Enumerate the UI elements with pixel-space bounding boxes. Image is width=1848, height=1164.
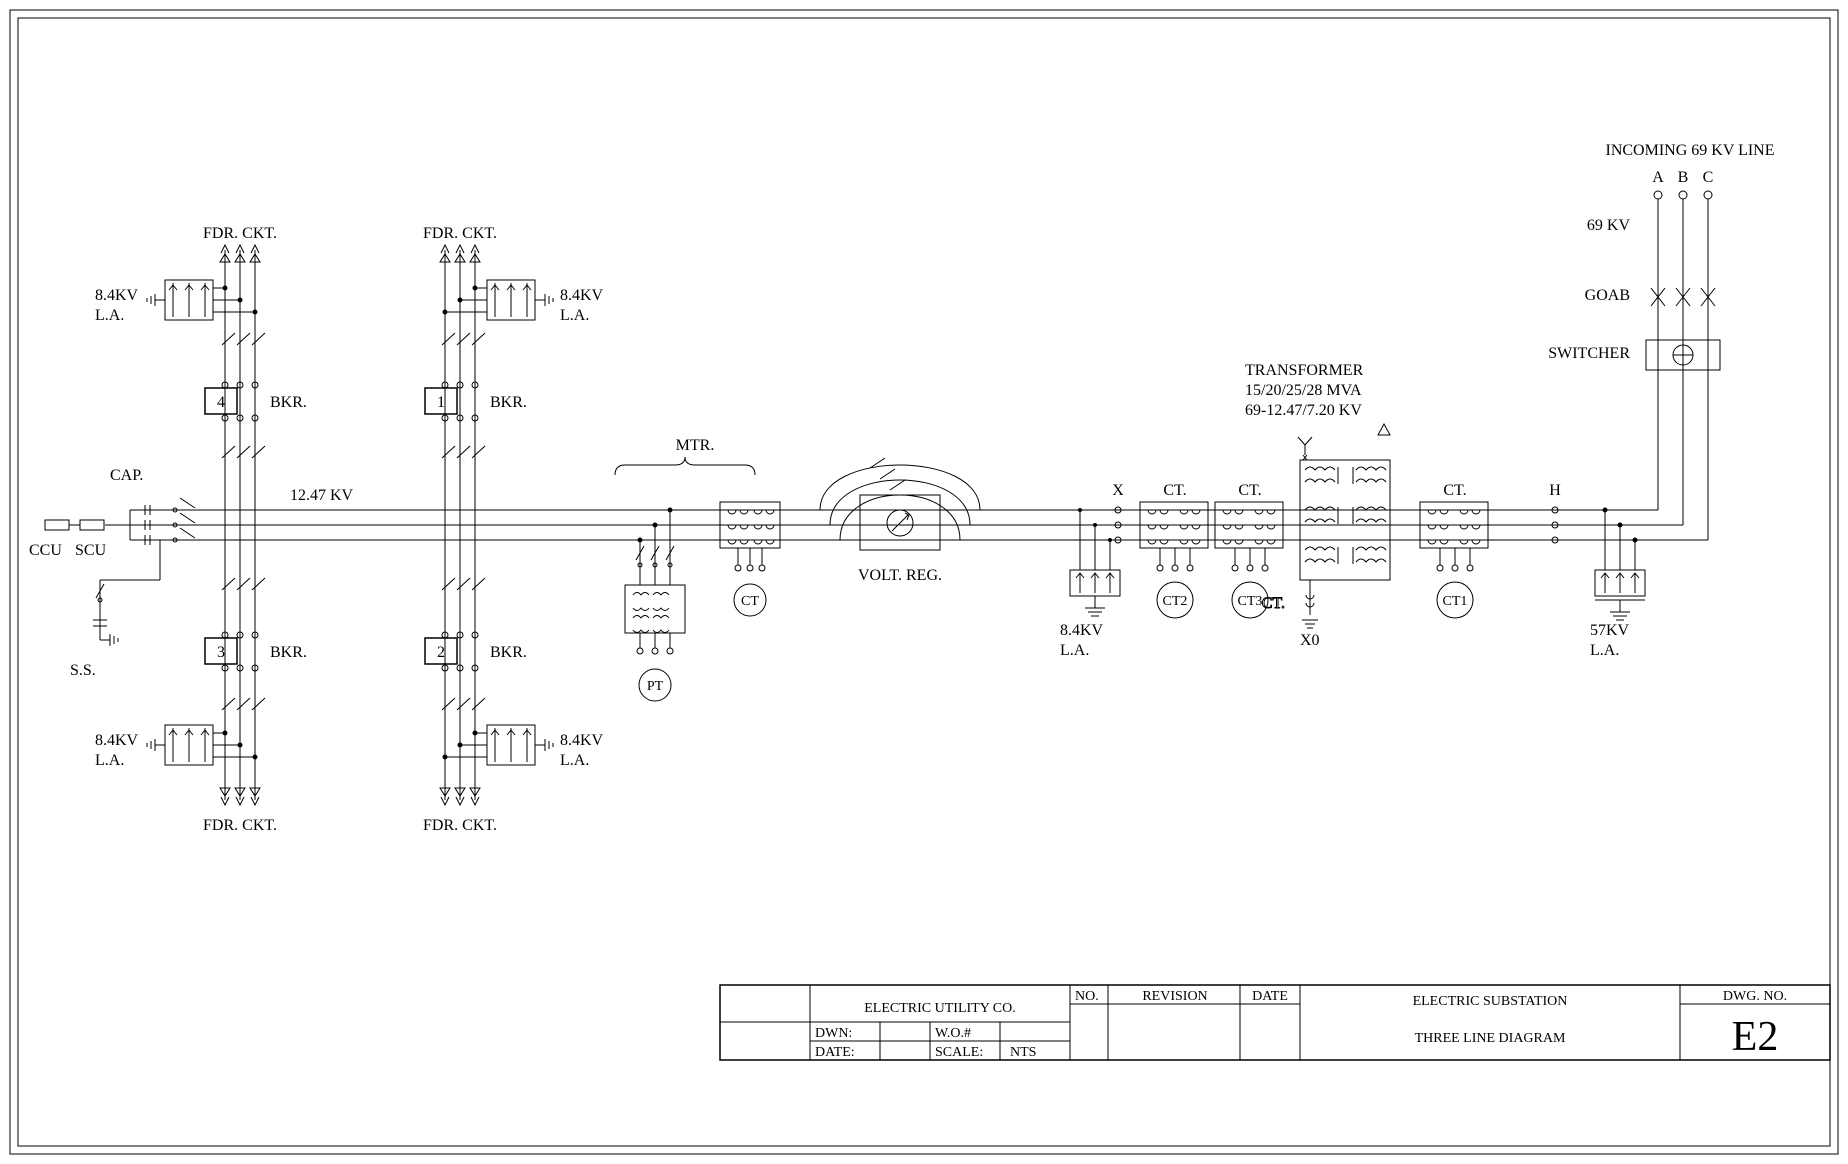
fdr1-la-la: L.A. bbox=[560, 307, 589, 324]
kv-69: 69 KV bbox=[1587, 217, 1631, 234]
title-block: ELECTRIC UTILITY CO. DWN: DATE: W.O.# SC… bbox=[720, 985, 1830, 1060]
tb-rev: REVISION bbox=[1142, 989, 1207, 1004]
xla-kv: 8.4KV bbox=[1060, 622, 1104, 639]
ct3-label: CT3 bbox=[1238, 594, 1263, 609]
fdr4-la-la: L.A. bbox=[95, 307, 124, 324]
phase-a: A bbox=[1652, 169, 1664, 186]
tb-proj: ELECTRIC SUBSTATION bbox=[1413, 994, 1568, 1009]
tb-title: THREE LINE DIAGRAM bbox=[1415, 1031, 1566, 1046]
bkr3-num: 3 bbox=[217, 644, 225, 661]
xfmr-title: TRANSFORMER bbox=[1245, 362, 1364, 379]
xfmr-mva: 15/20/25/28 MVA bbox=[1245, 382, 1362, 399]
ct3-top: CT. bbox=[1238, 482, 1261, 499]
hv-la-kv: 57KV bbox=[1590, 622, 1630, 639]
fdr4-la-kv: 8.4KV bbox=[95, 287, 139, 304]
phase-b: B bbox=[1678, 169, 1689, 186]
ccu-label: CCU bbox=[29, 542, 62, 559]
voltreg-label: VOLT. REG. bbox=[858, 567, 942, 584]
bkr4-num: 4 bbox=[217, 394, 225, 411]
bkr3: BKR. bbox=[270, 644, 307, 661]
incoming-section: INCOMING 69 KV LINE A B C 69 KV GOAB SWI… bbox=[1548, 142, 1774, 540]
switcher-icon bbox=[1646, 340, 1720, 370]
xfmr-kv: 69-12.47/7.20 KV bbox=[1245, 402, 1362, 419]
metering: MTR. CT PT bbox=[615, 437, 780, 701]
hv-la: 57KV L.A. bbox=[1590, 508, 1645, 659]
scu-label: SCU bbox=[75, 542, 107, 559]
fdr2-la-la: L.A. bbox=[560, 752, 589, 769]
x-la: 8.4KV L.A. bbox=[1060, 508, 1120, 659]
h-label: H bbox=[1549, 482, 1561, 499]
tb-wo: W.O.# bbox=[935, 1026, 971, 1041]
pt-label: PT bbox=[647, 679, 664, 694]
ct2-block: CT. CT2 bbox=[1140, 482, 1208, 618]
fdr3-ckt: FDR. CKT. bbox=[203, 817, 277, 834]
fdr1-ckt: FDR. CKT. bbox=[423, 225, 497, 242]
main-bus bbox=[130, 510, 1708, 540]
mtr-label: MTR. bbox=[676, 437, 715, 454]
hv-la-la: L.A. bbox=[1590, 642, 1619, 659]
volt-reg: VOLT. REG. bbox=[820, 458, 980, 584]
tb-no: NO. bbox=[1075, 989, 1099, 1004]
bus-kv: 12.47 KV bbox=[290, 487, 354, 504]
bkr1: BKR. bbox=[490, 394, 527, 411]
ct-meter-label: CT bbox=[741, 594, 759, 609]
x0-label: X0 bbox=[1300, 632, 1320, 649]
feeder-1: FDR. CKT. 8.4KV L.A. 1 BKR. bbox=[423, 225, 604, 540]
tb-scale-l: SCALE: bbox=[935, 1045, 983, 1060]
ct2-label: CT2 bbox=[1163, 594, 1188, 609]
fdr4-ckt: FDR. CKT. bbox=[203, 225, 277, 242]
bkr1-num: 1 bbox=[437, 394, 445, 411]
fdr3-la-la: L.A. bbox=[95, 752, 124, 769]
goab-label: GOAB bbox=[1585, 287, 1630, 304]
fdr1-la-kv: 8.4KV bbox=[560, 287, 604, 304]
ss-label: S.S. bbox=[70, 662, 96, 679]
tb-datecol: DATE bbox=[1252, 989, 1288, 1004]
wye-icon bbox=[1298, 437, 1312, 460]
switcher-label: SWITCHER bbox=[1548, 345, 1630, 362]
cap-label: CAP. bbox=[110, 467, 143, 484]
tb-scale: NTS bbox=[1010, 1045, 1036, 1060]
ct1-block: CT. CT1 bbox=[1420, 482, 1488, 618]
tb-dwgno: E2 bbox=[1732, 1014, 1779, 1060]
incoming-title: INCOMING 69 KV LINE bbox=[1605, 142, 1774, 159]
bkr2: BKR. bbox=[490, 644, 527, 661]
feeder-3: FDR. CKT. 3 BKR. 8.4KV L.A. bbox=[95, 510, 307, 834]
ct1-top: CT. bbox=[1443, 482, 1466, 499]
cap-station: CAP. CCU SCU S.S. bbox=[29, 467, 195, 679]
feeder-2: FDR. CKT. 2 BKR. 8.4KV L.A. bbox=[423, 510, 604, 834]
ct1-label: CT1 bbox=[1443, 594, 1468, 609]
tb-date: DATE: bbox=[815, 1045, 855, 1060]
xla-la: L.A. bbox=[1060, 642, 1089, 659]
tb-dwn: DWN: bbox=[815, 1026, 852, 1041]
tb-company: ELECTRIC UTILITY CO. bbox=[864, 1001, 1016, 1016]
delta-icon bbox=[1378, 424, 1390, 435]
fdr3-la-kv: 8.4KV bbox=[95, 732, 139, 749]
x-label: X bbox=[1112, 482, 1124, 499]
bkr2-num: 2 bbox=[437, 644, 445, 661]
fdr2-ckt: FDR. CKT. bbox=[423, 817, 497, 834]
tb-dwgno-l: DWG. NO. bbox=[1723, 989, 1787, 1004]
ct2-top: CT. bbox=[1163, 482, 1186, 499]
fdr2-la-kv: 8.4KV bbox=[560, 732, 604, 749]
bkr4: BKR. bbox=[270, 394, 307, 411]
feeder-4: FDR. CKT. 8.4KV L.A. 4 BKR. bbox=[95, 225, 307, 540]
phase-c: C bbox=[1703, 169, 1714, 186]
